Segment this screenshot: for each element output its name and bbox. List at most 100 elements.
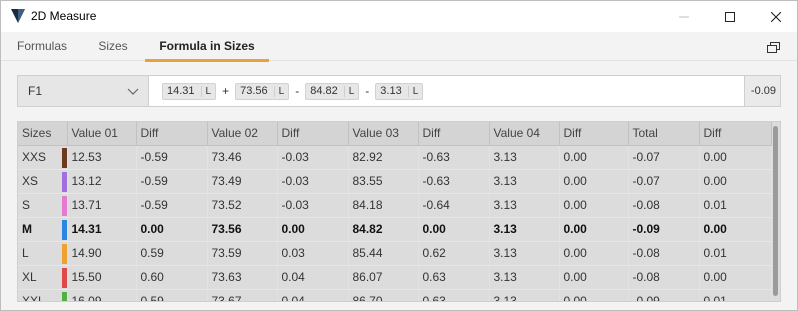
column-header[interactable]: Value 03: [348, 122, 419, 146]
size-label: XXS: [22, 150, 47, 164]
table-row[interactable]: L 14.90 0.59 73.59 0.03 85.44 0.62 3.13 0.00 -0.0…: [18, 241, 772, 266]
column-header[interactable]: Total: [628, 122, 700, 146]
table-cell: -0.07: [628, 169, 700, 194]
column-header[interactable]: Diff: [559, 122, 629, 146]
table-cell: 0.63: [418, 265, 490, 290]
table-cell: 0.00: [559, 289, 629, 301]
table-cell: 0.01: [699, 289, 772, 301]
table-cell: 0.04: [277, 289, 349, 301]
column-header[interactable]: Value 01: [67, 122, 137, 146]
table-cell: 0.00: [559, 145, 629, 170]
table-cell: -0.64: [418, 193, 490, 218]
tab-formulas[interactable]: Formulas: [7, 32, 77, 61]
table-cell: -0.09: [628, 217, 700, 242]
table-cell: 73.46: [207, 145, 278, 170]
column-header[interactable]: Value 02: [207, 122, 278, 146]
formula-term-chip[interactable]: 84.82 L: [305, 82, 360, 100]
size-label: S: [22, 198, 31, 212]
table-cell: 86.07: [348, 265, 419, 290]
table-row[interactable]: S 13.71 -0.59 73.52 -0.03 84.18 -0.64 3.13 0.00-…: [18, 193, 772, 218]
table-cell: -0.63: [418, 169, 490, 194]
table-cell: 73.52: [207, 193, 278, 218]
maximize-icon: [725, 11, 735, 22]
size-cell: M: [18, 217, 68, 242]
table-cell: 3.13: [489, 265, 560, 290]
formula-term-chip[interactable]: 14.31 L: [162, 82, 217, 100]
table-row[interactable]: XXS 12.53 -0.59 73.46 -0.03 82.92 -0.63 3.13 0.0…: [18, 145, 772, 170]
table-cell: 0.00: [559, 193, 629, 218]
column-header[interactable]: Value 04: [489, 122, 560, 146]
table-cell: -0.03: [277, 169, 349, 194]
table-cell: 0.00: [136, 217, 208, 242]
formula-term-chip[interactable]: 73.56 L: [235, 82, 290, 100]
table-cell: -0.59: [136, 193, 208, 218]
table-cell: 0.60: [136, 265, 208, 290]
table-cell: -0.08: [628, 193, 700, 218]
table-cell: 14.90: [67, 241, 137, 266]
size-color-swatch: [61, 147, 66, 168]
table-cell: 0.00: [699, 169, 772, 194]
table-cell: 0.03: [277, 241, 349, 266]
table-row[interactable]: XXL 16.09 0.59 73.67 0.04 86.70 0.63 3.13 0.00 -0…: [18, 289, 772, 302]
formula-select-value: F1: [28, 84, 43, 98]
maximize-button[interactable]: [707, 1, 753, 32]
restore-panel-button[interactable]: [761, 38, 785, 56]
table-cell: 82.92: [348, 145, 419, 170]
size-color-swatch: [61, 267, 66, 288]
minimize-button[interactable]: [661, 1, 707, 32]
size-label: XL: [22, 270, 37, 284]
table-cell: 3.13: [489, 241, 560, 266]
table-cell: -0.59: [136, 169, 208, 194]
table-cell: 3.13: [489, 145, 560, 170]
column-header[interactable]: Diff: [699, 122, 772, 146]
table-cell: -0.08: [628, 265, 700, 290]
formula-select[interactable]: F1: [18, 76, 149, 106]
size-cell: XXS: [18, 145, 68, 170]
table-cell: 13.12: [67, 169, 137, 194]
table-cell: 0.00: [559, 217, 629, 242]
table-cell: 3.13: [489, 217, 560, 242]
table-row[interactable]: XL 15.50 0.60 73.63 0.04 86.07 0.63 3.13 0.00 -0.…: [18, 265, 772, 290]
close-button[interactable]: [753, 1, 798, 32]
sizes-table-container[interactable]: Sizes Value 01 Diff Value 02 Diff Value 03 Dif…: [17, 121, 781, 302]
size-label: L: [22, 246, 29, 260]
tab-sizes[interactable]: Sizes: [87, 32, 139, 61]
table-cell: 0.04: [277, 265, 349, 290]
size-cell: XS: [18, 169, 68, 194]
app-logo-icon: [11, 9, 25, 23]
size-color-swatch: [61, 195, 66, 216]
table-header-row: Sizes Value 01 Diff Value 02 Diff Value 03 Dif…: [18, 122, 772, 146]
table-cell: 0.00: [559, 169, 629, 194]
table-cell: 0.00: [277, 217, 349, 242]
table-cell: 3.13: [489, 169, 560, 194]
size-cell: XXL: [18, 289, 68, 302]
column-header[interactable]: Diff: [277, 122, 349, 146]
table-cell: 3.13: [489, 289, 560, 301]
term-value: 84.82: [310, 85, 338, 97]
term-value: 3.13: [380, 85, 402, 97]
column-header[interactable]: Diff: [418, 122, 490, 146]
table-row[interactable]: XS 13.12 -0.59 73.49 -0.03 83.55 -0.63 3.13 0.00…: [18, 169, 772, 194]
column-header[interactable]: Diff: [136, 122, 208, 146]
size-color-swatch: [61, 243, 66, 264]
table-cell: 0.59: [136, 241, 208, 266]
table-cell: 73.56: [207, 217, 278, 242]
term-unit: L: [200, 85, 211, 97]
column-header[interactable]: Sizes: [18, 122, 68, 146]
table-cell: -0.03: [277, 193, 349, 218]
vertical-scrollbar[interactable]: [773, 126, 778, 296]
term-value: 73.56: [240, 85, 268, 97]
tab-bar: Formulas Sizes Formula in Sizes: [1, 32, 797, 62]
table-cell: 15.50: [67, 265, 137, 290]
size-label: XXL: [22, 294, 45, 302]
formula-expression[interactable]: 14.31 L + 73.56 L - 84.82 L - 3.13 L: [149, 76, 745, 106]
tab-formula-in-sizes[interactable]: Formula in Sizes: [145, 32, 269, 62]
size-color-swatch: [61, 219, 66, 240]
formula-operator: +: [222, 84, 230, 98]
formula-term-chip[interactable]: 3.13 L: [375, 82, 424, 100]
table-cell: 83.55: [348, 169, 419, 194]
table-row[interactable]: M 14.31 0.00 73.56 0.00 84.82 0.00 3.13 0.00 -0.0…: [18, 217, 772, 242]
size-label: XS: [22, 174, 39, 188]
restore-window-icon: [766, 41, 780, 53]
table-cell: 0.63: [418, 289, 490, 301]
